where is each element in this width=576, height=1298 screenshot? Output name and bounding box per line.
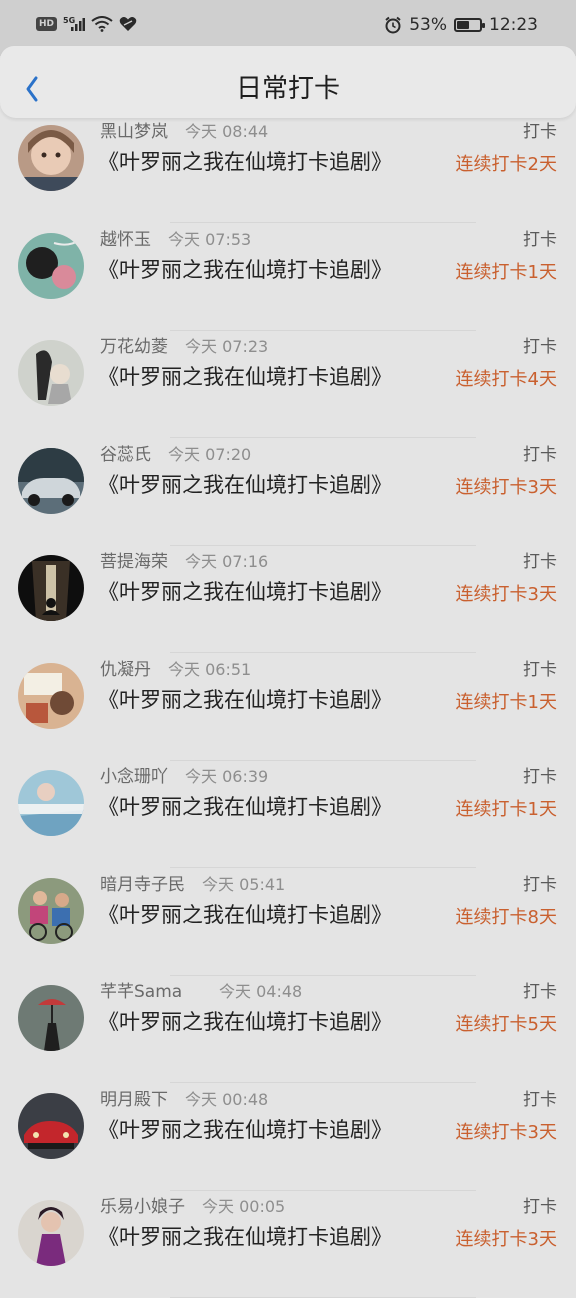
avatar[interactable] [18,770,84,836]
checkin-item[interactable]: 芊芊Sama 今天 04:48 打卡《叶罗丽之我在仙境打卡追剧》 连续打卡5天 [0,976,576,1083]
streak-label: 连续打卡4天 [455,369,557,390]
avatar[interactable] [18,878,84,944]
avatar[interactable] [18,233,84,299]
alarm-icon [385,16,401,34]
checkin-item[interactable]: 菩提海荣 今天 07:16 打卡《叶罗丽之我在仙境打卡追剧》 连续打卡3天 [0,546,576,653]
checkin-time: 今天 07:16 [185,552,269,571]
avatar[interactable] [18,448,84,514]
avatar[interactable] [18,1093,84,1159]
streak-label: 连续打卡8天 [455,907,557,928]
checkin-title: 《叶罗丽之我在仙境打卡追剧》 [98,1010,392,1034]
checkin-action: 打卡 [523,1197,557,1217]
checkin-title: 《叶罗丽之我在仙境打卡追剧》 [98,795,392,819]
clock: 12:23 [489,15,538,35]
user-name[interactable]: 越怀玉 [100,225,151,250]
checkin-action: 打卡 [523,982,557,1002]
checkin-time: 今天 06:39 [185,767,269,786]
wifi-icon [91,16,113,32]
checkin-action: 打卡 [523,767,557,787]
status-left: HD 5G [36,16,137,32]
checkin-action: 打卡 [523,552,557,572]
heart-icon [119,17,137,31]
checkin-action: 打卡 [523,1090,557,1110]
checkin-title: 《叶罗丽之我在仙境打卡追剧》 [98,688,392,712]
avatar[interactable] [18,125,84,191]
checkin-title: 《叶罗丽之我在仙境打卡追剧》 [98,365,392,389]
signal-icon: 5G [63,16,86,31]
checkin-time: 今天 07:23 [185,337,269,356]
streak-label: 连续打卡3天 [455,584,557,605]
checkin-action: 打卡 [523,445,557,465]
avatar[interactable] [18,985,84,1051]
avatar[interactable] [18,663,84,729]
checkin-time: 今天 08:44 [185,122,269,141]
checkin-time: 今天 07:20 [168,445,252,464]
checkin-title: 《叶罗丽之我在仙境打卡追剧》 [98,1118,392,1142]
checkin-item[interactable]: 万花幼菱 今天 07:23 打卡《叶罗丽之我在仙境打卡追剧》 连续打卡4天 [0,331,576,438]
battery-percent: 53% [409,15,447,35]
nav-header: 日常打卡 [0,46,576,118]
hd-badge: HD [36,17,58,31]
user-name[interactable]: 万花幼菱 [100,332,168,357]
checkin-time: 今天 06:51 [168,660,252,679]
row-divider [170,867,476,868]
user-name[interactable]: 小念珊吖 [100,762,168,787]
avatar[interactable] [18,1200,84,1266]
user-name[interactable]: 芊芊Sama [100,977,182,1002]
avatar[interactable] [18,555,84,621]
row-divider [170,1082,476,1083]
checkin-title: 《叶罗丽之我在仙境打卡追剧》 [98,258,392,282]
checkin-item[interactable]: 暗月寺子民 今天 05:41 打卡《叶罗丽之我在仙境打卡追剧》 连续打卡8天 [0,869,576,976]
checkin-time: 今天 07:53 [168,230,252,249]
checkin-title: 《叶罗丽之我在仙境打卡追剧》 [98,473,392,497]
streak-label: 连续打卡2天 [455,154,557,175]
streak-label: 连续打卡3天 [455,1122,557,1143]
streak-label: 连续打卡1天 [455,262,557,283]
checkin-time: 今天 00:05 [202,1197,286,1216]
checkin-title: 《叶罗丽之我在仙境打卡追剧》 [98,1225,392,1249]
user-name[interactable]: 明月殿下 [100,1085,168,1110]
checkin-action: 打卡 [523,660,557,680]
avatar[interactable] [18,340,84,406]
checkin-time: 今天 04:48 [219,982,303,1001]
checkin-item[interactable]: 小念珊吖 今天 06:39 打卡《叶罗丽之我在仙境打卡追剧》 连续打卡1天 [0,761,576,868]
user-name[interactable]: 仇凝丹 [100,655,151,680]
battery-level [457,21,469,29]
checkin-item[interactable]: 谷蕊氏 今天 07:20 打卡《叶罗丽之我在仙境打卡追剧》 连续打卡3天 [0,439,576,546]
streak-label: 连续打卡1天 [455,692,557,713]
checkin-action: 打卡 [523,875,557,895]
user-name[interactable]: 暗月寺子民 [100,870,185,895]
network-label: 5G [63,16,75,25]
streak-label: 连续打卡3天 [455,477,557,498]
checkin-action: 打卡 [523,230,557,250]
checkin-time: 今天 05:41 [202,875,286,894]
checkin-item[interactable]: 越怀玉 今天 07:53 打卡《叶罗丽之我在仙境打卡追剧》 连续打卡1天 [0,224,576,331]
checkin-title: 《叶罗丽之我在仙境打卡追剧》 [98,903,392,927]
checkin-title: 《叶罗丽之我在仙境打卡追剧》 [98,150,392,174]
checkin-time: 今天 00:48 [185,1090,269,1109]
streak-label: 连续打卡5天 [455,1014,557,1035]
status-right: 53% 12:23 [384,15,538,35]
user-name[interactable]: 乐易小娘子 [100,1192,185,1217]
row-divider [170,222,476,223]
battery-icon [454,18,485,32]
checkin-action: 打卡 [523,122,557,142]
row-divider [170,437,476,438]
checkin-action: 打卡 [523,337,557,357]
page-title: 日常打卡 [235,74,340,104]
checkin-item[interactable]: 明月殿下 今天 00:48 打卡《叶罗丽之我在仙境打卡追剧》 连续打卡3天 [0,1084,576,1191]
checkin-title: 《叶罗丽之我在仙境打卡追剧》 [98,580,392,604]
streak-label: 连续打卡1天 [455,799,557,820]
user-name[interactable]: 黑山梦岚 [100,117,168,142]
row-divider [170,652,476,653]
checkin-item[interactable]: 乐易小娘子 今天 00:05 打卡《叶罗丽之我在仙境打卡追剧》 连续打卡3天 [0,1191,576,1298]
streak-label: 连续打卡3天 [455,1229,557,1250]
checkin-item[interactable]: 仇凝丹 今天 06:51 打卡《叶罗丽之我在仙境打卡追剧》 连续打卡1天 [0,654,576,761]
user-name[interactable]: 菩提海荣 [100,547,168,572]
user-name[interactable]: 谷蕊氏 [100,440,151,465]
checkin-item[interactable]: 黑山梦岚 今天 08:44 打卡《叶罗丽之我在仙境打卡追剧》 连续打卡2天 [0,116,576,223]
